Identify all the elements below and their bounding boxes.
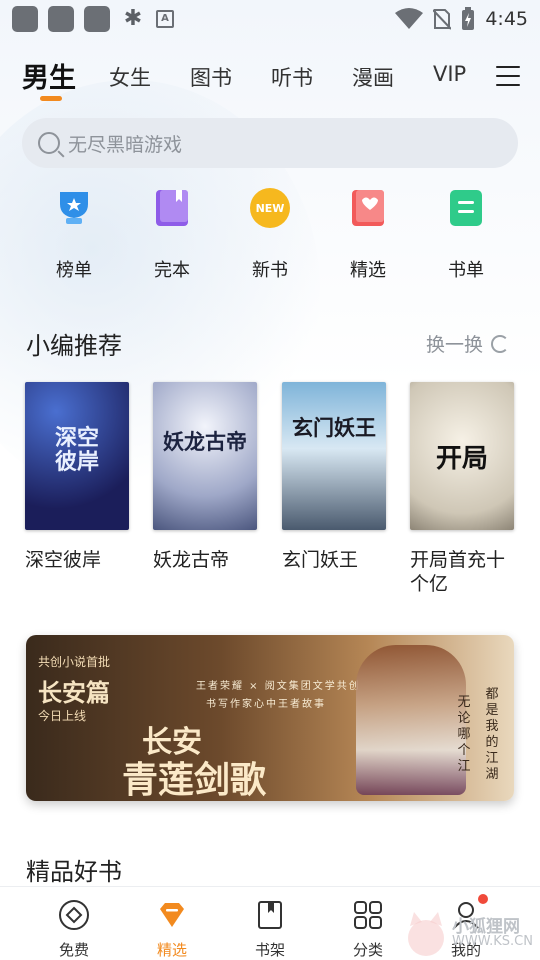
book-card[interactable]: 深空彼岸 深空彼岸 bbox=[25, 382, 131, 572]
tab-label: 免费 bbox=[58, 941, 89, 959]
status-bar: ✱ A 4:45 bbox=[0, 0, 540, 38]
wifi-icon bbox=[395, 8, 424, 29]
book-title: 开局首充十个亿 bbox=[410, 549, 506, 595]
banner-day: 今日上线 bbox=[38, 709, 87, 723]
book-card[interactable]: 开局 开局首充十个亿 bbox=[410, 382, 516, 596]
gem-icon bbox=[160, 903, 184, 927]
clock: 4:45 bbox=[485, 8, 528, 30]
book-cover: 玄门妖王 bbox=[282, 382, 386, 530]
screen: { "status_bar": {"bug_icon": "bug-icon",… bbox=[0, 0, 540, 960]
book-title: 玄门妖王 bbox=[282, 549, 359, 571]
tab-label: 精选 bbox=[156, 941, 187, 959]
tab-books[interactable]: 图书 bbox=[190, 62, 232, 92]
status-right: 4:45 bbox=[395, 7, 528, 31]
active-tab-indicator bbox=[40, 96, 62, 101]
banner-character-illustration bbox=[356, 645, 466, 795]
banner-vertical-text: 都是我的江湖 bbox=[485, 687, 499, 782]
refresh-button[interactable]: 换一换 bbox=[426, 330, 510, 357]
quick-link-label: 精选 bbox=[350, 260, 386, 281]
cover-title: 妖龙古帝 bbox=[163, 429, 247, 454]
list-icon bbox=[450, 190, 482, 226]
banner-subtitle: 长安篇 bbox=[38, 678, 110, 707]
refresh-label: 换一换 bbox=[426, 334, 484, 356]
trophy-icon bbox=[60, 192, 88, 224]
quick-link-completed[interactable]: 完本 bbox=[132, 186, 212, 282]
notification-icon bbox=[84, 6, 110, 32]
promo-banner[interactable]: 共创小说首批 长安篇 今日上线 王者荣耀 × 阅文集团文学共创 书写作家心中王者… bbox=[26, 635, 514, 801]
quick-link-booklists[interactable]: 书单 bbox=[426, 186, 506, 282]
banner-eyebrow: 共创小说首批 bbox=[38, 655, 111, 669]
tab-female[interactable]: 女生 bbox=[109, 62, 151, 92]
search-bar[interactable]: 无尽黑暗游戏 bbox=[22, 118, 518, 168]
section-title-quality-books: 精品好书 bbox=[26, 858, 122, 886]
new-badge-icon: NEW bbox=[250, 188, 290, 228]
notification-icon bbox=[12, 6, 38, 32]
tab-label: 书架 bbox=[254, 941, 285, 959]
quick-link-label: 完本 bbox=[154, 260, 190, 281]
quick-link-featured[interactable]: 精选 bbox=[328, 186, 408, 282]
book-card[interactable]: 妖龙古帝 妖龙古帝 bbox=[153, 382, 259, 572]
tab-categories[interactable]: 分类 bbox=[328, 899, 408, 960]
search-icon bbox=[38, 132, 60, 154]
diamond-icon bbox=[59, 900, 89, 930]
tab-featured[interactable]: 精选 bbox=[132, 899, 212, 960]
heart-book-icon bbox=[352, 190, 384, 226]
banner-vertical-text: 无论哪个江 bbox=[457, 695, 471, 774]
cover-title: 开局 bbox=[435, 444, 488, 474]
notification-dot bbox=[478, 894, 488, 904]
tab-audiobooks[interactable]: 听书 bbox=[271, 62, 313, 92]
book-cover: 开局 bbox=[410, 382, 514, 530]
tab-label: 分类 bbox=[352, 941, 383, 959]
book-title: 妖龙古帝 bbox=[153, 549, 230, 571]
book-icon bbox=[156, 190, 188, 226]
banner-headline: 青莲剑歌 bbox=[122, 759, 267, 801]
refresh-icon bbox=[491, 334, 510, 353]
no-sim-icon bbox=[433, 9, 452, 30]
menu-icon[interactable] bbox=[496, 66, 520, 86]
tab-male[interactable]: 男生 bbox=[22, 56, 76, 95]
bookshelf-icon bbox=[258, 901, 282, 929]
bug-icon: ✱ bbox=[123, 6, 143, 31]
new-badge-text: NEW bbox=[256, 202, 285, 215]
tab-comics[interactable]: 漫画 bbox=[352, 62, 394, 92]
book-title: 深空彼岸 bbox=[25, 549, 102, 571]
tab-bookshelf[interactable]: 书架 bbox=[230, 899, 310, 960]
banner-collab-line: 王者荣耀 × 阅文集团文学共创 bbox=[196, 681, 361, 692]
tab-free[interactable]: 免费 bbox=[34, 899, 114, 960]
section-title-editor-picks: 小编推荐 bbox=[26, 332, 122, 360]
notification-icon bbox=[48, 6, 74, 32]
grid-icon bbox=[354, 901, 382, 929]
quick-link-new-books[interactable]: NEW 新书 bbox=[230, 186, 310, 282]
tab-vip[interactable]: VIP bbox=[433, 62, 466, 86]
quick-link-label: 新书 bbox=[252, 260, 288, 281]
quick-link-label: 书单 bbox=[448, 260, 484, 281]
a-icon: A bbox=[156, 10, 174, 28]
top-nav: 男生 女生 图书 听书 漫画 VIP bbox=[0, 52, 540, 112]
search-placeholder: 无尽黑暗游戏 bbox=[68, 133, 183, 156]
quick-link-label: 榜单 bbox=[56, 260, 92, 281]
book-cover: 深空彼岸 bbox=[25, 382, 129, 530]
battery-icon bbox=[462, 7, 475, 30]
cover-title: 玄门妖王 bbox=[292, 415, 376, 440]
banner-collab-line: 书写作家心中王者故事 bbox=[206, 699, 326, 710]
book-card[interactable]: 玄门妖王 玄门妖王 bbox=[282, 382, 388, 572]
cover-title: 深空彼岸 bbox=[54, 425, 99, 475]
watermark-url: WWW.KS.CN bbox=[452, 934, 533, 949]
book-cover: 妖龙古帝 bbox=[153, 382, 257, 530]
quick-link-rankings[interactable]: 榜单 bbox=[34, 186, 114, 282]
